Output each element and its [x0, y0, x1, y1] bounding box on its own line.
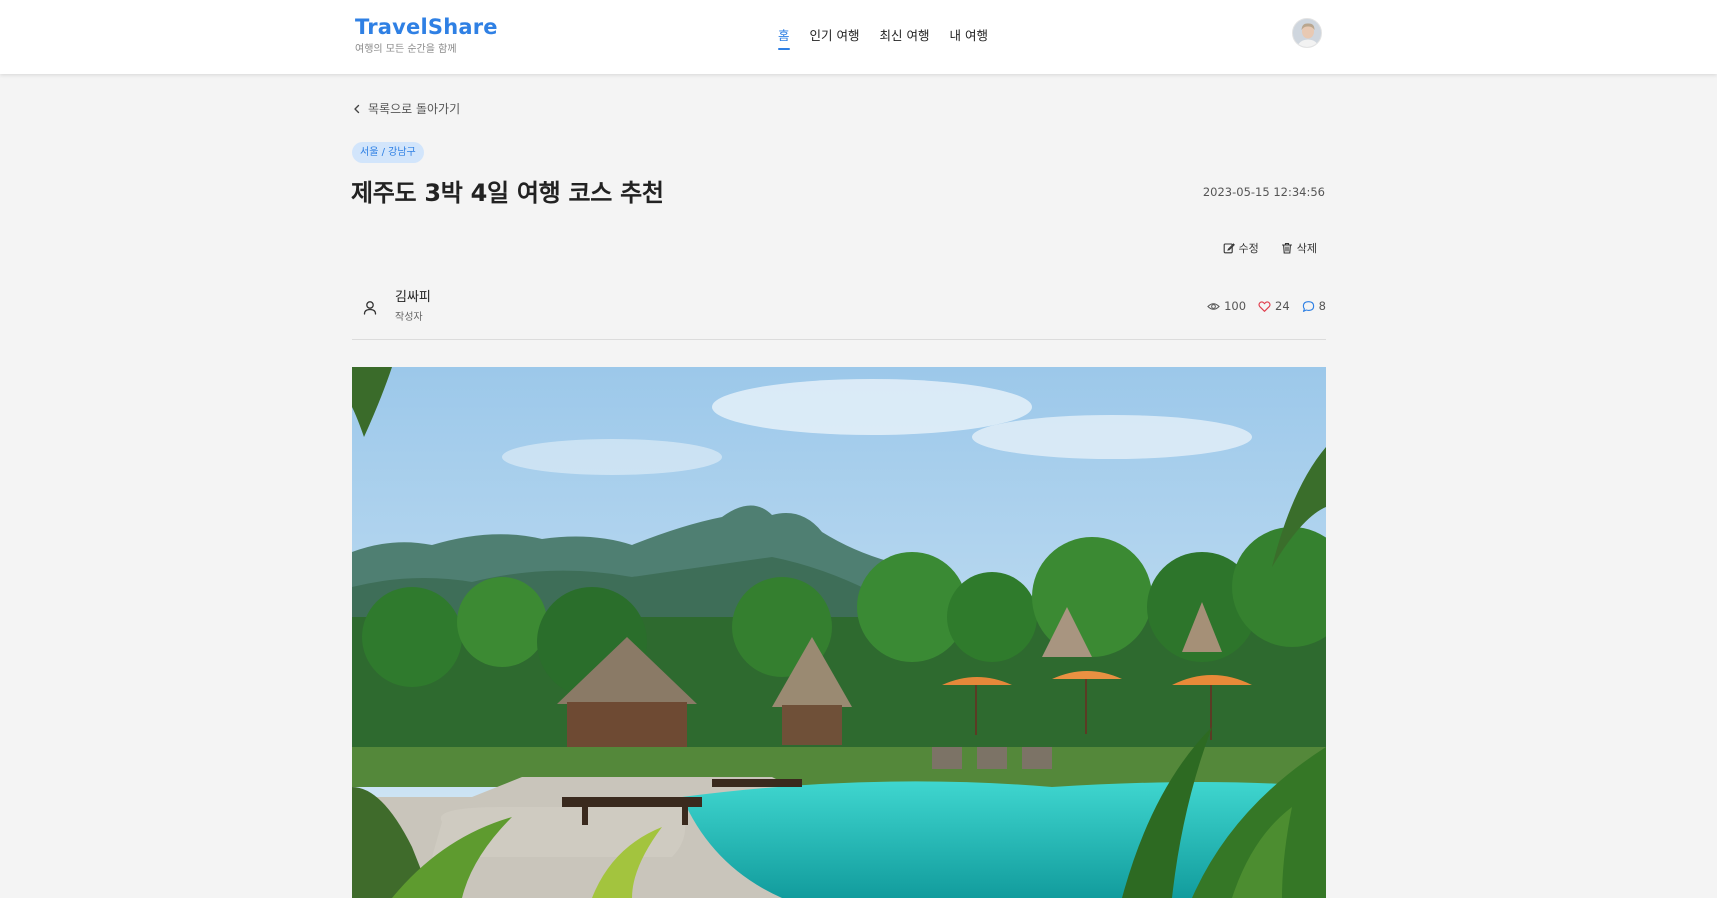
author-row: 김싸피 작성자 100 24 8 [352, 286, 1326, 340]
likes-count: 24 [1275, 299, 1290, 313]
main-nav: 홈 인기 여행 최신 여행 내 여행 [778, 27, 988, 50]
region-badge: 서울 / 강남구 [352, 142, 424, 163]
brand-tagline: 여행의 모든 순간을 함께 [355, 44, 457, 55]
chevron-left-icon [354, 104, 360, 113]
trash-icon [1281, 243, 1292, 254]
post-title: 제주도 3박 4일 여행 코스 추천 [351, 179, 664, 207]
user-avatar[interactable] [1292, 18, 1322, 48]
author-role: 작성자 [395, 312, 423, 323]
delete-button[interactable]: 삭제 [1281, 240, 1317, 256]
author-name[interactable]: 김싸피 [395, 290, 431, 306]
post-stats: 100 24 8 [1207, 299, 1326, 313]
user-icon [363, 301, 377, 315]
tropical-resort-photo [352, 367, 1326, 898]
nav-item-popular[interactable]: 인기 여행 [810, 27, 860, 45]
likes-stat[interactable]: 24 [1258, 299, 1290, 313]
edit-button[interactable]: 수정 [1223, 240, 1259, 256]
post-date: 2023-05-15 12:34:56 [1202, 185, 1325, 199]
post-actions: 수정 삭제 [1223, 240, 1317, 256]
back-link-label: 목록으로 돌아가기 [368, 102, 461, 116]
comments-count: 8 [1318, 299, 1326, 313]
avatar-image [1293, 19, 1321, 47]
heart-icon[interactable] [1258, 300, 1271, 313]
post-hero-image[interactable] [352, 367, 1326, 898]
views-count: 100 [1224, 299, 1247, 313]
views-stat: 100 [1207, 299, 1246, 313]
edit-icon [1223, 243, 1235, 254]
nav-item-latest[interactable]: 최신 여행 [880, 27, 930, 45]
nav-item-home[interactable]: 홈 [778, 27, 790, 50]
back-to-list-link[interactable]: 목록으로 돌아가기 [352, 100, 460, 117]
edit-button-label: 수정 [1238, 242, 1259, 255]
eye-icon [1207, 302, 1220, 310]
comments-stat[interactable]: 8 [1302, 299, 1326, 313]
brand[interactable]: TravelShare 여행의 모든 순간을 함께 [355, 14, 498, 56]
nav-item-my-trips[interactable]: 내 여행 [949, 27, 987, 45]
brand-logo-text[interactable]: TravelShare [355, 14, 498, 40]
top-header: TravelShare 여행의 모든 순간을 함께 홈 인기 여행 최신 여행 … [0, 0, 1717, 74]
delete-button-label: 삭제 [1296, 242, 1317, 255]
comment-icon[interactable] [1302, 300, 1315, 313]
